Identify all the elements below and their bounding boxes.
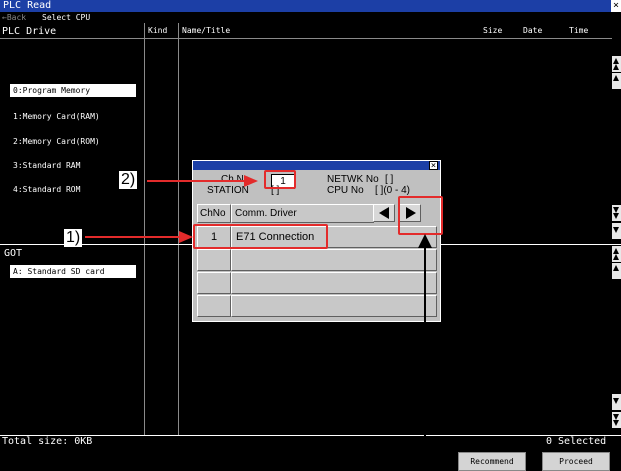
dialog-title-bar xyxy=(193,161,440,170)
scroll-up-button[interactable] xyxy=(612,73,621,89)
up-arrow-icon xyxy=(613,265,619,271)
prev-driver-button[interactable] xyxy=(373,204,395,222)
size-header: Size xyxy=(483,26,503,35)
plc-drive-header: PLC Drive xyxy=(2,26,57,37)
window-close-icon[interactable]: × xyxy=(611,0,621,12)
column-divider xyxy=(178,23,179,435)
up-arrow-icon xyxy=(613,64,619,70)
footer-divider xyxy=(0,435,621,436)
driver-cell[interactable] xyxy=(231,295,437,317)
cpu-no-field[interactable]: [ ](0 - 4) xyxy=(375,186,410,196)
plc-read-screen: PLC Read × ←Back Select CPU PLC Drive Ki… xyxy=(0,0,621,471)
chno-header-label: ChNo xyxy=(200,208,226,219)
scroll-down-button[interactable] xyxy=(612,205,621,221)
recommend-button[interactable]: Recommend xyxy=(458,452,526,471)
arrow-head-icon xyxy=(244,175,258,187)
time-header: Time xyxy=(569,26,589,35)
scroll-up-button[interactable] xyxy=(612,263,621,279)
driver-column-header: Comm. Driver xyxy=(231,204,374,223)
chno-cell[interactable] xyxy=(197,295,231,317)
driver-header-label: Comm. Driver xyxy=(235,208,297,219)
chno-cell[interactable] xyxy=(197,249,231,271)
annotation-box-1 xyxy=(193,224,328,249)
drive-item[interactable]: 4:Standard ROM xyxy=(10,183,84,196)
down-arrow-icon xyxy=(613,227,619,233)
got-heading: GOT xyxy=(4,248,23,259)
annotation-arrow-2 xyxy=(147,180,245,182)
scroll-down-button[interactable] xyxy=(612,394,621,410)
got-drive-item[interactable]: A: Standard SD card xyxy=(10,265,136,278)
driver-cell[interactable] xyxy=(231,249,437,271)
drive-item[interactable]: 3:Standard RAM xyxy=(10,159,84,172)
kind-header: Kind xyxy=(148,26,168,35)
driver-cell[interactable] xyxy=(231,272,437,294)
dialog-close-icon[interactable]: × xyxy=(429,161,438,171)
annotation-arrow-1 xyxy=(85,236,179,238)
drive-item[interactable]: 1:Memory Card(RAM) xyxy=(10,110,103,123)
chno-column-header: ChNo xyxy=(197,204,231,223)
station-label: STATION xyxy=(207,185,249,196)
arrow-head-icon xyxy=(418,234,432,248)
selected-count-label: 0 Selected xyxy=(546,436,607,447)
date-header: Date xyxy=(523,26,543,35)
down-arrow-icon xyxy=(613,420,619,426)
scroll-up-button[interactable] xyxy=(612,56,621,72)
header-divider xyxy=(0,38,612,39)
back-button[interactable]: ←Back xyxy=(2,14,26,22)
total-size-label: Total size: 0KB xyxy=(2,436,93,447)
name-title-header: Name/Title xyxy=(182,26,231,35)
annotation-box-2 xyxy=(264,170,296,189)
left-arrow-icon xyxy=(379,207,389,219)
up-arrow-icon xyxy=(613,254,619,260)
scroll-up-button[interactable] xyxy=(612,246,621,262)
column-divider xyxy=(144,23,145,435)
scroll-down-button[interactable] xyxy=(612,223,621,239)
drive-item[interactable]: 2:Memory Card(ROM) xyxy=(10,135,103,148)
drive-item[interactable]: 0:Program Memory xyxy=(10,84,136,97)
callout-label-1: 1) xyxy=(64,229,83,247)
callout-label-2: 2) xyxy=(119,171,138,189)
toolbar: ←Back Select CPU xyxy=(0,12,621,23)
window-title: PLC Read xyxy=(3,0,52,11)
down-arrow-icon xyxy=(613,213,619,219)
cpu-no-label: CPU No xyxy=(327,185,364,196)
scroll-down-button[interactable] xyxy=(612,412,621,428)
chno-cell[interactable] xyxy=(197,272,231,294)
annotation-box-3 xyxy=(398,196,443,235)
arrow-head-icon xyxy=(179,231,193,243)
annotation-arrow-3 xyxy=(424,245,426,471)
down-arrow-icon xyxy=(613,398,619,404)
title-bar: PLC Read × xyxy=(0,0,621,12)
netwk-no-label: NETWK No xyxy=(327,174,379,185)
proceed-button[interactable]: Proceed xyxy=(542,452,610,471)
up-arrow-icon xyxy=(613,75,619,81)
netwk-no-field[interactable]: [ ] xyxy=(385,175,393,185)
select-cpu-button[interactable]: Select CPU xyxy=(42,14,90,22)
